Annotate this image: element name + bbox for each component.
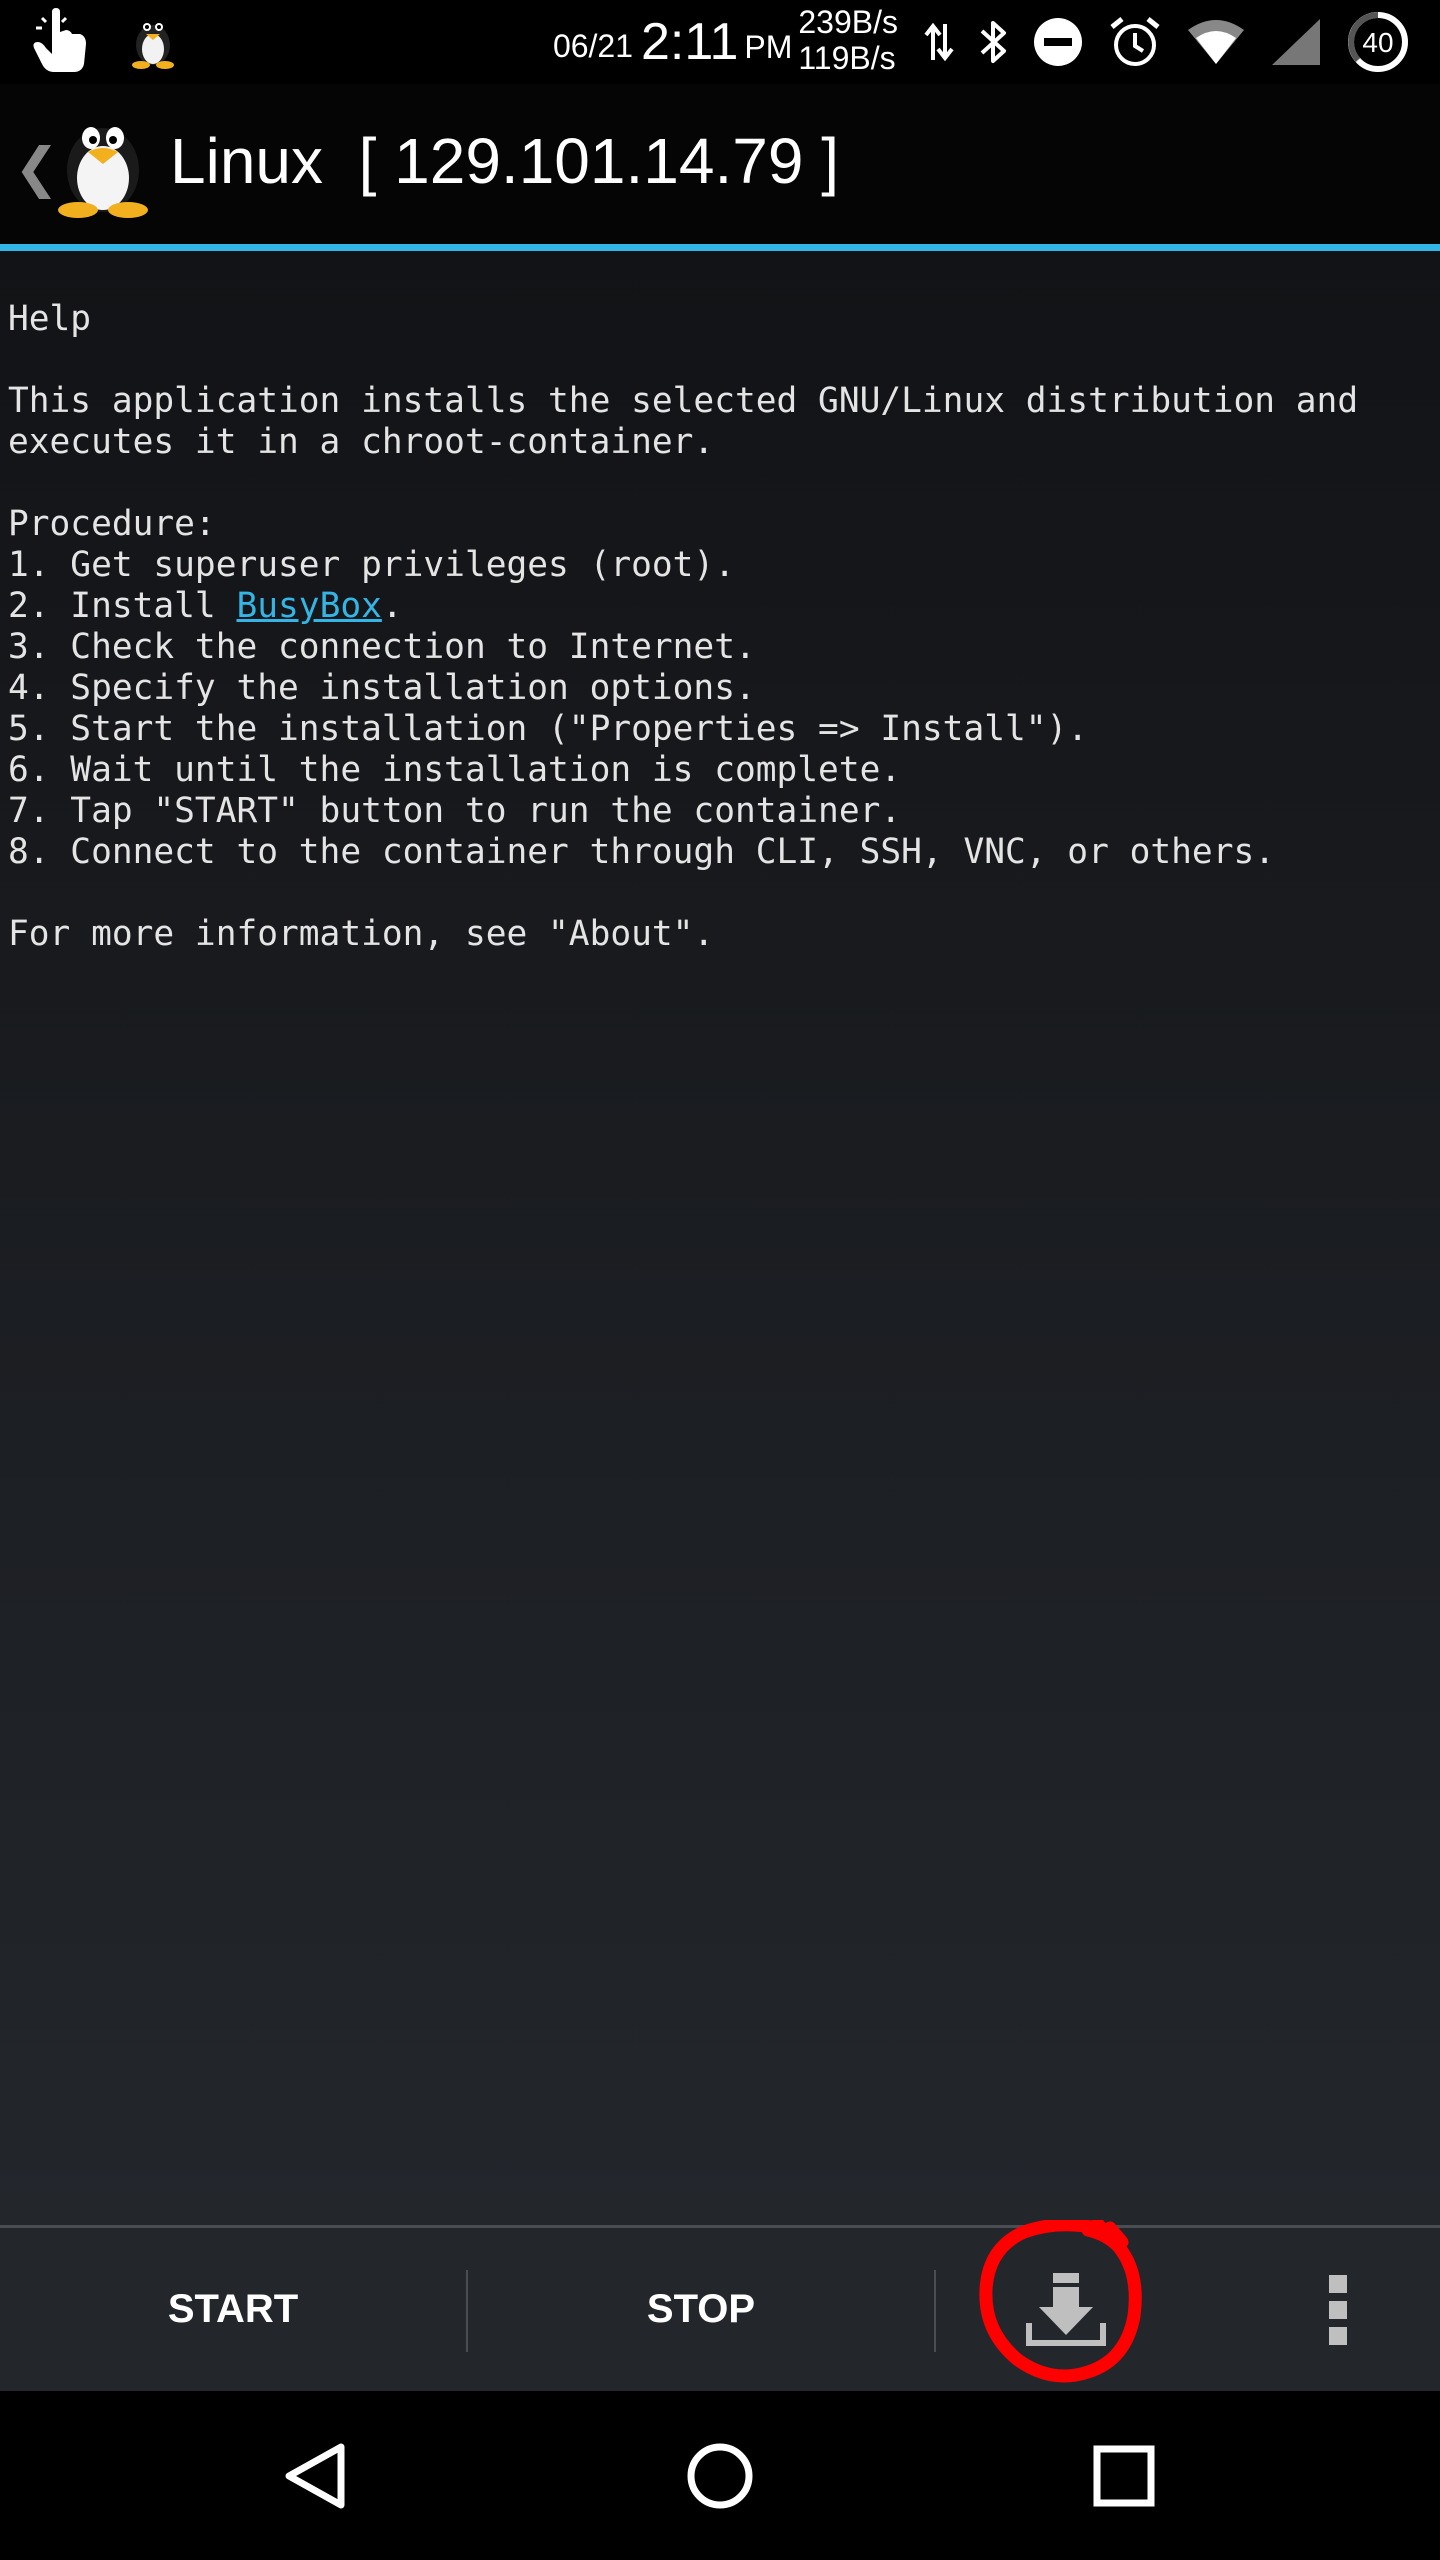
do-not-disturb-icon [1034,18,1082,66]
network-speed-down: 119B/s [798,40,896,76]
nav-back-button[interactable] [226,2391,406,2560]
data-transfer-icon [924,22,954,62]
tux-notification-icon [132,23,174,69]
navigation-bar [0,2391,1440,2560]
cell-signal-icon [1272,19,1320,65]
procedure-label: Procedure: [8,504,216,544]
procedure-step-3: 3. Check the connection to Internet. [8,627,756,667]
procedure-step-6: 6. Wait until the installation is comple… [8,750,902,790]
system-status: 06/21 2:11 PM 239B/s 119B/s 40 [553,0,1422,84]
help-intro-line-2: executes it in a chroot-container. [8,422,715,462]
procedure-step-2-prefix: 2. Install [8,586,237,626]
help-intro-line-1: This application installs the selected G… [8,381,1359,421]
bluetooth-icon [980,21,1006,63]
action-bar-divider [0,244,1440,251]
bottom-toolbar: START STOP [0,2220,1440,2391]
overflow-menu-button[interactable] [1264,2228,1414,2391]
procedure-step-8: 8. Connect to the container through CLI,… [8,832,1276,872]
help-text: Help This application installs the selec… [8,299,1358,955]
notification-icons [32,8,180,74]
action-bar: ❮ Linux [ 129.101.14.79 ] [0,84,1440,244]
procedure-step-2-suffix: . [381,586,403,626]
help-content: Help This application installs the selec… [0,251,1440,2225]
recents-icon [1093,2445,1155,2506]
nav-home-button[interactable] [630,2391,810,2560]
stop-button[interactable]: STOP [468,2228,934,2391]
procedure-step-5: 5. Start the installation ("Properties =… [8,709,1089,749]
network-speed-up: 239B/s [798,4,898,40]
procedure-step-4: 4. Specify the installation options. [8,668,756,708]
start-button[interactable]: START [0,2228,466,2391]
battery-icon: 40 [1348,12,1408,72]
touch-icon [33,8,86,72]
page-title: Linux [ 129.101.14.79 ] [170,125,839,197]
procedure-step-7: 7. Tap "START" button to run the contain… [8,791,902,831]
home-icon [687,2443,753,2508]
status-date: 06/21 [552,27,634,64]
red-circle-annotation [979,2220,1142,2383]
nav-recents-button[interactable] [1034,2391,1214,2560]
back-icon [285,2443,345,2508]
more-info-text: For more information, see "About". [8,914,715,954]
alarm-icon [1110,17,1160,66]
network-speed: 239B/s 119B/s [798,4,898,76]
wifi-icon [1188,20,1244,64]
busybox-link[interactable]: BusyBox [236,586,381,626]
battery-level: 40 [1362,27,1393,58]
overflow-menu-icon [1329,2274,1347,2345]
tux-app-icon[interactable] [48,108,158,218]
status-time: 2:11 [641,13,739,71]
status-bar: 06/21 2:11 PM 239B/s 119B/s 40 [0,0,1440,84]
status-ampm: PM [744,28,793,65]
procedure-step-1: 1. Get superuser privileges (root). [8,545,735,585]
help-heading: Help [8,299,92,339]
